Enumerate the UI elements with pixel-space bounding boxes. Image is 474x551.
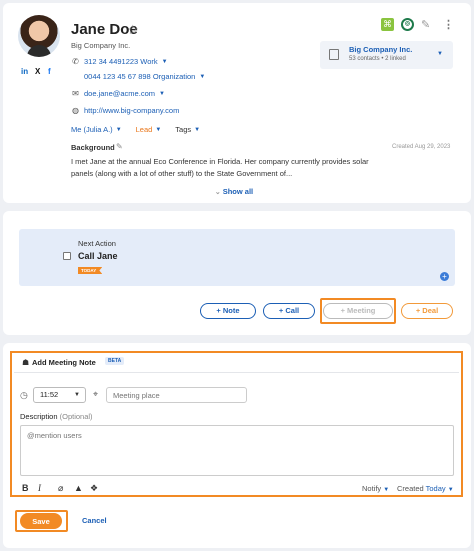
phone-org[interactable]: 0044 123 45 67 898 Organization xyxy=(84,72,195,81)
company-link-box[interactable]: Big Company Inc. 53 contacts • 2 linked … xyxy=(320,41,453,69)
avatar[interactable] xyxy=(18,15,60,57)
divider xyxy=(14,372,459,373)
facebook-icon[interactable]: f xyxy=(48,67,51,76)
show-all-button[interactable]: ⌄ Show all xyxy=(0,187,468,196)
add-call-button[interactable]: + Call xyxy=(263,303,315,319)
company-box-sub: 53 contacts • 2 linked xyxy=(349,56,406,62)
edit-icon[interactable]: ✎ xyxy=(116,142,123,151)
add-deal-button[interactable]: + Deal xyxy=(401,303,453,319)
chevron-down-icon[interactable]: ▼ xyxy=(437,51,443,57)
clock-icon: ◷ xyxy=(20,390,28,400)
globe-icon: ◍ xyxy=(72,106,79,115)
meta-row: Me (Julia A.) ▼ Lead ▼ Tags ▼ xyxy=(71,125,200,134)
phone-work[interactable]: 312 34 4491223 Work xyxy=(84,57,158,66)
sync-icon[interactable]: ◎ xyxy=(401,18,414,31)
notify-select[interactable]: Notify ▼ xyxy=(362,484,389,493)
chevron-down-icon[interactable]: ▼ xyxy=(116,127,122,133)
attachment-icon[interactable]: ⌀ xyxy=(58,483,63,494)
next-action-title[interactable]: Call Jane xyxy=(78,251,118,261)
time-select[interactable]: 11:52 ▼ xyxy=(33,387,86,403)
created-value: Today xyxy=(425,484,446,493)
google-drive-icon[interactable]: ▲ xyxy=(74,483,83,493)
background-created: Created Aug 29, 2023 xyxy=(392,144,451,150)
phone-org-row[interactable]: 0044 123 45 67 898 Organization ▼ xyxy=(84,72,205,81)
email[interactable]: doe.jane@acme.com xyxy=(84,89,155,98)
pencil-icon[interactable]: ✎ xyxy=(421,18,434,31)
meeting-note-title: Add Meeting Note xyxy=(32,358,96,367)
chevron-down-icon: ▼ xyxy=(383,487,390,493)
add-note-button[interactable]: + Note xyxy=(200,303,256,319)
website[interactable]: http://www.big-company.com xyxy=(84,106,179,115)
location-pin-icon: ⌖ xyxy=(93,389,99,399)
contact-company[interactable]: Big Company Inc. xyxy=(71,41,130,50)
tags-select[interactable]: Tags xyxy=(175,125,191,134)
chevron-down-icon[interactable]: ▼ xyxy=(194,127,200,133)
mail-icon: ✉ xyxy=(72,89,79,98)
meeting-place-input[interactable] xyxy=(106,387,247,403)
time-value: 11:52 xyxy=(40,390,59,399)
beta-badge: BETA xyxy=(105,357,125,365)
next-action-checkbox[interactable] xyxy=(63,252,71,260)
show-all-label: Show all xyxy=(222,187,254,196)
background-text: I met Jane at the annual Eco Conference … xyxy=(71,157,369,178)
plugin-icon[interactable]: ⌘ xyxy=(381,18,394,31)
chevron-down-icon: ▼ xyxy=(74,392,80,398)
description-label: Description (Optional) xyxy=(20,412,93,421)
dropbox-icon[interactable]: ❖ xyxy=(90,483,98,494)
company-box-name[interactable]: Big Company Inc. xyxy=(349,45,412,54)
owner-select[interactable]: Me (Julia A.) xyxy=(71,125,113,134)
star-icon[interactable]: ☆ xyxy=(127,22,139,38)
save-button[interactable]: Save xyxy=(20,513,62,529)
x-icon[interactable]: X xyxy=(35,67,40,76)
chevron-down-icon: ⌄ xyxy=(214,189,223,196)
chevron-down-icon[interactable]: ▼ xyxy=(159,91,165,97)
notify-label: Notify xyxy=(362,484,382,493)
add-icon[interactable]: + xyxy=(440,272,449,281)
chevron-down-icon[interactable]: ▼ xyxy=(155,127,161,133)
chevron-down-icon: ▼ xyxy=(447,487,454,493)
background-title: Background xyxy=(71,143,115,152)
created-select[interactable]: Created Today ▼ xyxy=(397,484,454,493)
next-action-label: Next Action xyxy=(78,239,116,248)
bold-icon[interactable]: B xyxy=(22,483,29,493)
created-label: Created xyxy=(397,484,424,493)
description-optional: (Optional) xyxy=(59,412,93,421)
chevron-down-icon[interactable]: ▼ xyxy=(199,74,205,80)
phone-work-row[interactable]: ✆ 312 34 4491223 Work ▼ xyxy=(71,57,168,66)
email-row[interactable]: ✉ doe.jane@acme.com ▼ xyxy=(71,89,165,98)
building-icon xyxy=(329,49,339,60)
chevron-down-icon[interactable]: ▼ xyxy=(162,59,168,65)
italic-icon[interactable]: I xyxy=(38,483,41,493)
note-icon: ☗ xyxy=(22,358,30,367)
description-textarea[interactable] xyxy=(20,425,454,476)
more-vertical-icon[interactable]: ⋮ xyxy=(443,18,456,31)
lead-status-select[interactable]: Lead xyxy=(136,125,153,134)
today-badge: TODAY xyxy=(78,267,103,274)
linkedin-icon[interactable]: in xyxy=(21,67,28,76)
phone-icon: ✆ xyxy=(72,57,79,66)
cancel-button[interactable]: Cancel xyxy=(82,516,107,525)
website-row[interactable]: ◍ http://www.big-company.com xyxy=(71,106,179,115)
meeting-highlight xyxy=(320,298,396,324)
description-label-text: Description xyxy=(20,412,58,421)
